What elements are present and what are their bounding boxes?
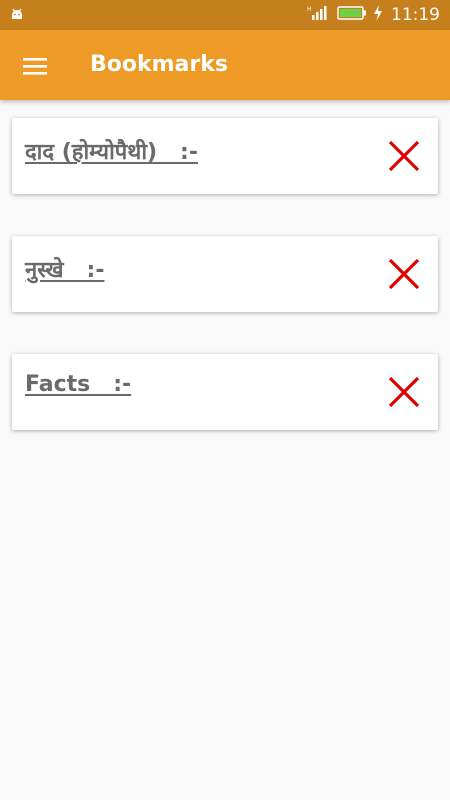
status-bar: H 11:19 (0, 0, 450, 30)
app-bar: Bookmarks (0, 30, 450, 100)
bookmark-card[interactable]: नुस्खे :- (12, 236, 438, 312)
bookmark-title[interactable]: नुस्खे :- (25, 254, 104, 284)
bookmark-card[interactable]: Facts :- (12, 354, 438, 430)
svg-text:H: H (307, 6, 312, 13)
page-title: Bookmarks (90, 52, 228, 77)
close-icon[interactable] (386, 256, 422, 292)
bookmark-list: दाद (होम्योपैथी) :- नुस्खे :- Facts :- (12, 118, 438, 472)
hamburger-menu-icon[interactable] (14, 45, 56, 87)
close-icon[interactable] (386, 138, 422, 174)
bookmark-card[interactable]: दाद (होम्योपैथी) :- (12, 118, 438, 194)
status-time: 11:19 (391, 5, 440, 25)
android-icon (9, 6, 25, 22)
close-icon[interactable] (386, 374, 422, 410)
bookmark-title[interactable]: दाद (होम्योपैथी) :- (25, 136, 198, 166)
bookmark-title[interactable]: Facts :- (25, 372, 131, 397)
battery-icon (337, 5, 367, 25)
charging-icon (373, 5, 383, 25)
signal-icon: H (307, 5, 331, 25)
